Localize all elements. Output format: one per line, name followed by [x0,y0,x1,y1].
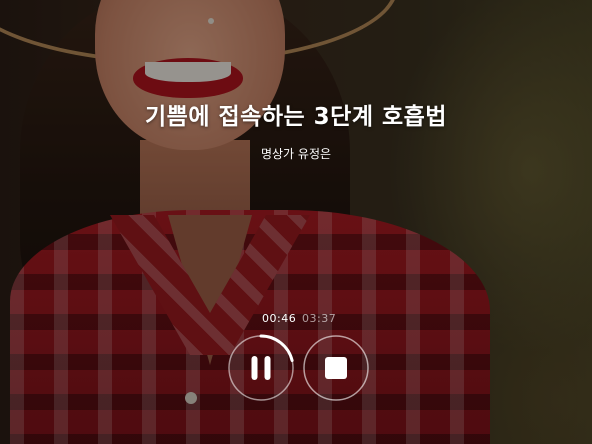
stop-button[interactable] [302,334,370,402]
stop-icon [325,357,347,379]
dark-overlay [0,0,592,444]
audio-player: 기쁨에 접속하는 3단계 호흡법 명상가 유정은 00:46 03:37 [0,0,592,444]
track-artist: 명상가 유정은 [260,147,332,161]
total-time: 03:37 [302,312,337,325]
elapsed-time: 00:46 [262,312,297,325]
pause-button[interactable] [227,334,295,402]
pause-icon [251,356,271,380]
track-title: 기쁨에 접속하는 3단계 호흡법 [145,104,447,130]
